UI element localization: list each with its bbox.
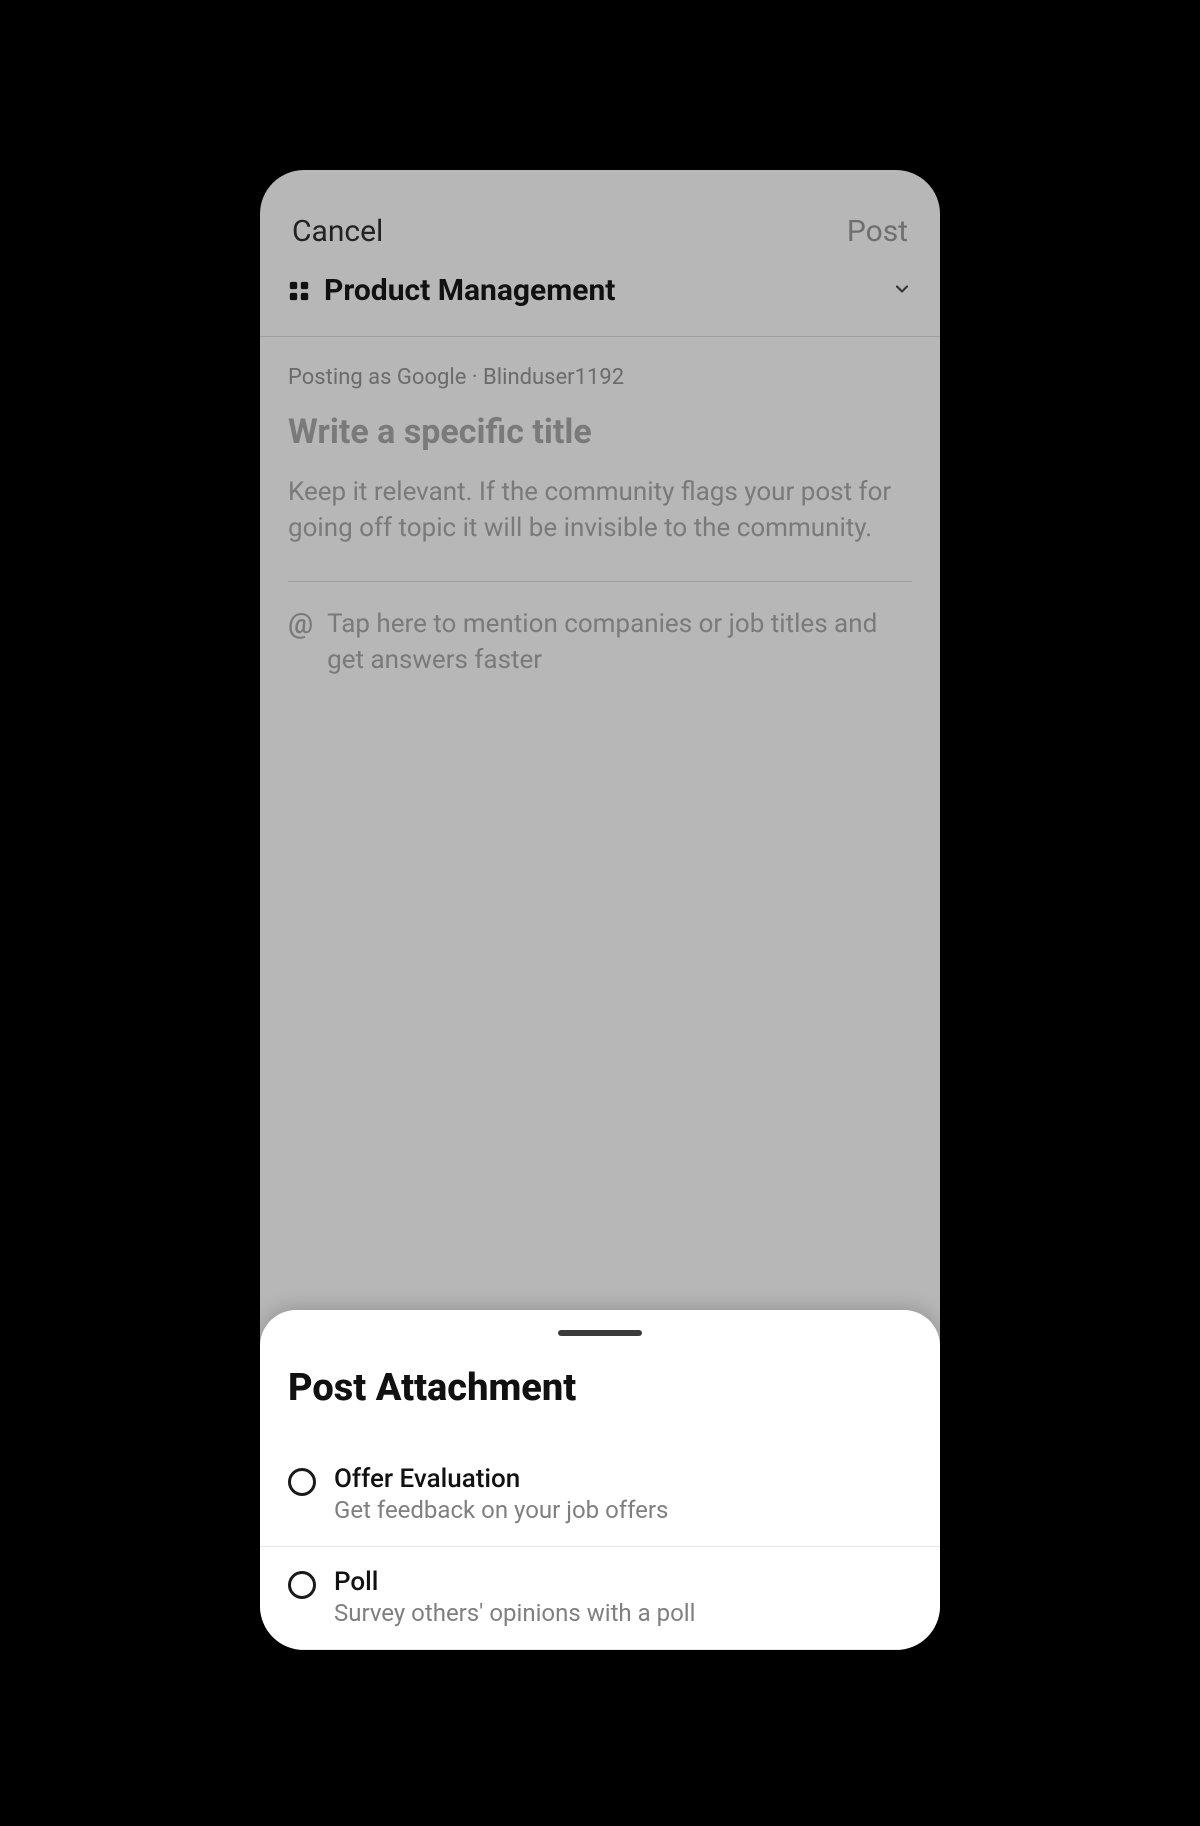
radio-icon (288, 1468, 316, 1496)
option-title: Offer Evaluation (334, 1464, 668, 1494)
phone-screen: Cancel Post Product Management Posting a… (260, 170, 940, 1650)
title-input[interactable]: Write a specific title (288, 412, 912, 452)
channel-selector[interactable]: Product Management (260, 273, 940, 337)
mention-row[interactable]: @ Tap here to mention companies or job t… (288, 606, 912, 679)
attachment-sheet: Post Attachment Offer Evaluation Get fee… (260, 1310, 940, 1650)
posting-as-label: Posting as Google · Blinduser1192 (288, 365, 912, 390)
divider (288, 581, 912, 582)
channel-name: Product Management (324, 273, 892, 308)
option-offer-evaluation[interactable]: Offer Evaluation Get feedback on your jo… (260, 1444, 940, 1547)
option-subtitle: Get feedback on your job offers (334, 1496, 668, 1524)
radio-icon (288, 1571, 316, 1599)
option-subtitle: Survey others' opinions with a poll (334, 1599, 695, 1627)
sheet-title: Post Attachment (260, 1366, 940, 1444)
cancel-button[interactable]: Cancel (292, 214, 383, 249)
post-button[interactable]: Post (847, 214, 908, 249)
top-bar: Cancel Post (260, 170, 940, 273)
at-icon: @ (288, 606, 313, 679)
sheet-grabber[interactable] (558, 1330, 642, 1336)
option-poll[interactable]: Poll Survey others' opinions with a poll (260, 1547, 940, 1650)
chevron-down-icon (892, 279, 912, 303)
mention-hint: Tap here to mention companies or job tit… (327, 606, 912, 679)
composer-body: Posting as Google · Blinduser1192 Write … (260, 337, 940, 679)
option-title: Poll (334, 1567, 695, 1597)
grid-icon (288, 280, 310, 302)
body-input[interactable]: Keep it relevant. If the community flags… (288, 474, 912, 547)
